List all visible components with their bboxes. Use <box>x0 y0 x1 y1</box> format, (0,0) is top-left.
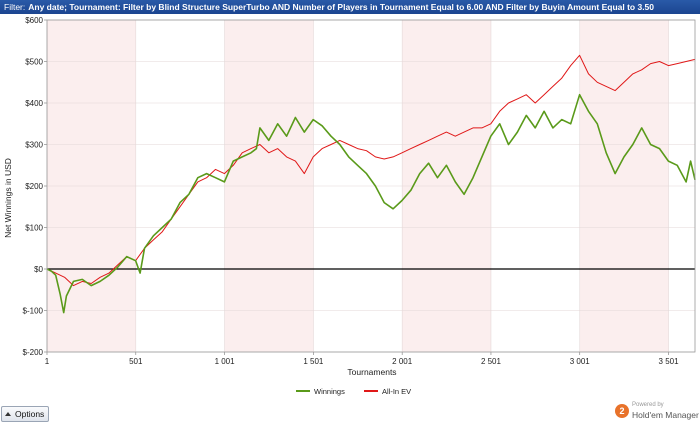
x-tick-label: 1 <box>45 357 50 366</box>
y-tick-label: $400 <box>25 99 43 108</box>
legend-label: All-In EV <box>382 387 411 396</box>
y-tick-label: $500 <box>25 58 43 67</box>
y-axis-ticks: $-200 $-100 $0 $100 $200 $300 $400 $500 $600 <box>23 16 47 357</box>
y-tick-label: $100 <box>25 224 43 233</box>
y-tick-label: $-100 <box>23 307 44 316</box>
hem-logo-icon: 2 <box>615 404 629 418</box>
options-label: Options <box>15 409 45 419</box>
y-axis-title: Net Winnings in USD <box>3 158 13 238</box>
x-axis-title: Tournaments <box>347 367 396 377</box>
x-tick-label: 3 001 <box>570 357 591 366</box>
x-tick-label: 2 001 <box>392 357 413 366</box>
y-tick-label: $600 <box>25 16 43 25</box>
y-tick-label: $-200 <box>23 348 44 357</box>
y-tick-label: $0 <box>34 265 43 274</box>
x-tick-label: 2 501 <box>481 357 502 366</box>
x-tick-label: 1 501 <box>303 357 324 366</box>
x-tick-label: 501 <box>129 357 143 366</box>
options-button[interactable]: Options <box>1 406 49 422</box>
winnings-chart: $-200 $-100 $0 $100 $200 $300 $400 $500 $600 1 50… <box>3 16 696 396</box>
y-tick-label: $300 <box>25 141 43 150</box>
filter-label: Filter: <box>4 2 26 12</box>
brand-powered-text: Powered by <box>632 402 664 408</box>
x-axis-ticks: 1 501 1 001 1 501 2 001 2 501 3 001 3 501 <box>45 352 679 366</box>
y-tick-label: $200 <box>25 182 43 191</box>
brand-name-text: Hold'em Manager <box>632 410 699 420</box>
filter-bar: Filter: Any date; Tournament: Filter by B… <box>0 0 700 14</box>
legend-label: Winnings <box>314 387 345 396</box>
x-tick-label: 3 501 <box>659 357 680 366</box>
brand-logo: 2 Powered by Hold'em Manager <box>614 402 700 422</box>
filter-text: Any date; Tournament: Filter by Blind St… <box>28 2 655 12</box>
x-tick-label: 1 001 <box>215 357 236 366</box>
legend: Winnings All-In EV <box>296 387 411 396</box>
triangle-up-icon <box>5 412 11 416</box>
